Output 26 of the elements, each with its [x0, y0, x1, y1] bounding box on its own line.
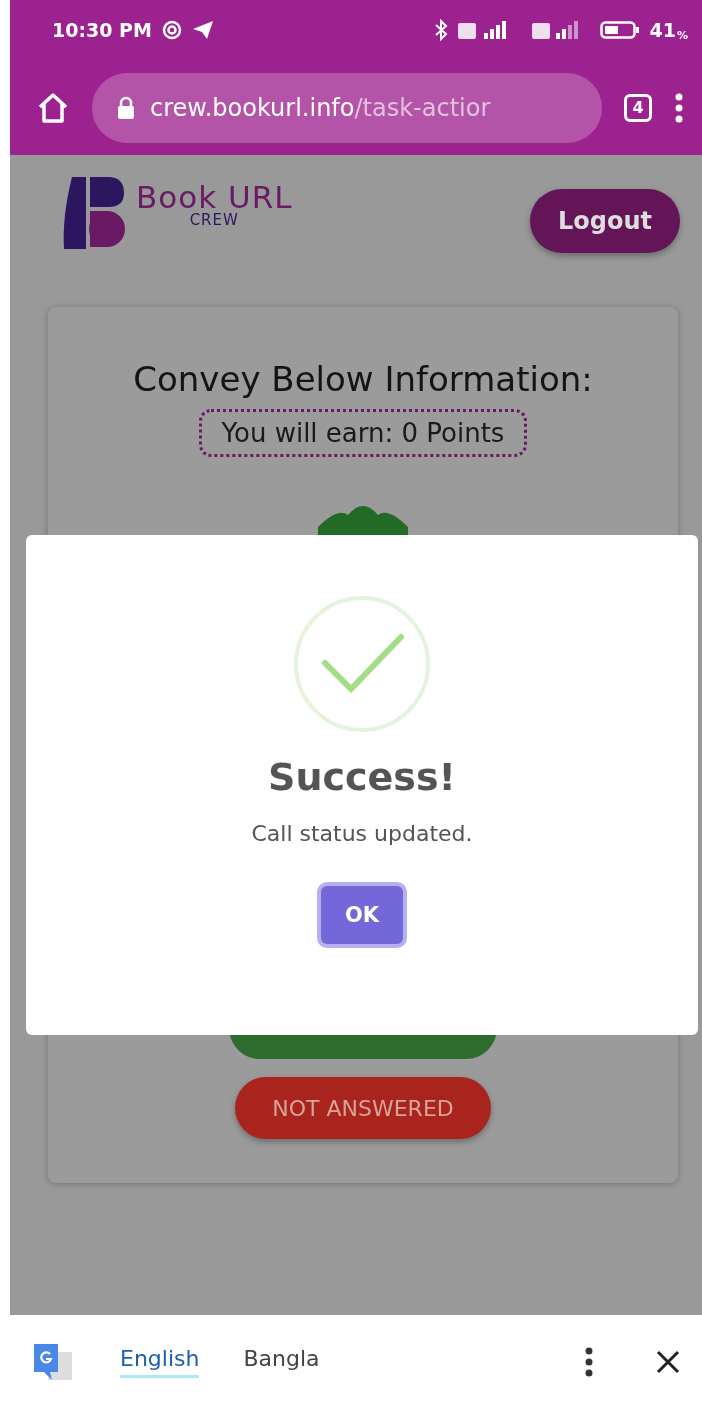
- status-time: 10:30 PM: [52, 19, 152, 41]
- paper-plane-icon: [191, 20, 214, 40]
- lock-icon: [116, 95, 136, 120]
- spiral-icon: [161, 20, 182, 40]
- language-tab[interactable]: Bangla: [243, 1346, 320, 1378]
- more-icon[interactable]: [584, 1347, 594, 1377]
- address-bar[interactable]: crew.bookurl.info/task-actior: [92, 72, 602, 143]
- battery-percent: 41: [649, 19, 676, 41]
- not-answered-button[interactable]: NOT ANSWERED: [235, 1077, 491, 1139]
- dialog-title: Success!: [268, 755, 456, 799]
- dialog-message: Call status updated.: [251, 821, 473, 846]
- home-icon[interactable]: [36, 90, 70, 125]
- checkmark-icon: [293, 595, 431, 733]
- brand-subtitle: CREW: [189, 211, 239, 229]
- translate-icon: [34, 1342, 74, 1382]
- close-icon[interactable]: [656, 1350, 680, 1374]
- logo-icon: [62, 177, 126, 249]
- logout-button[interactable]: Logout: [530, 189, 680, 253]
- tab-count[interactable]: 4: [624, 93, 652, 122]
- bluetooth-icon: [433, 19, 448, 41]
- language-tab[interactable]: English: [120, 1346, 200, 1378]
- card-title: Convey Below Information:: [133, 359, 593, 399]
- percent-sign: %: [676, 29, 688, 42]
- points-label: You will earn: 0 Points: [198, 409, 528, 457]
- menu-icon[interactable]: [674, 92, 684, 123]
- battery-icon: [599, 20, 640, 40]
